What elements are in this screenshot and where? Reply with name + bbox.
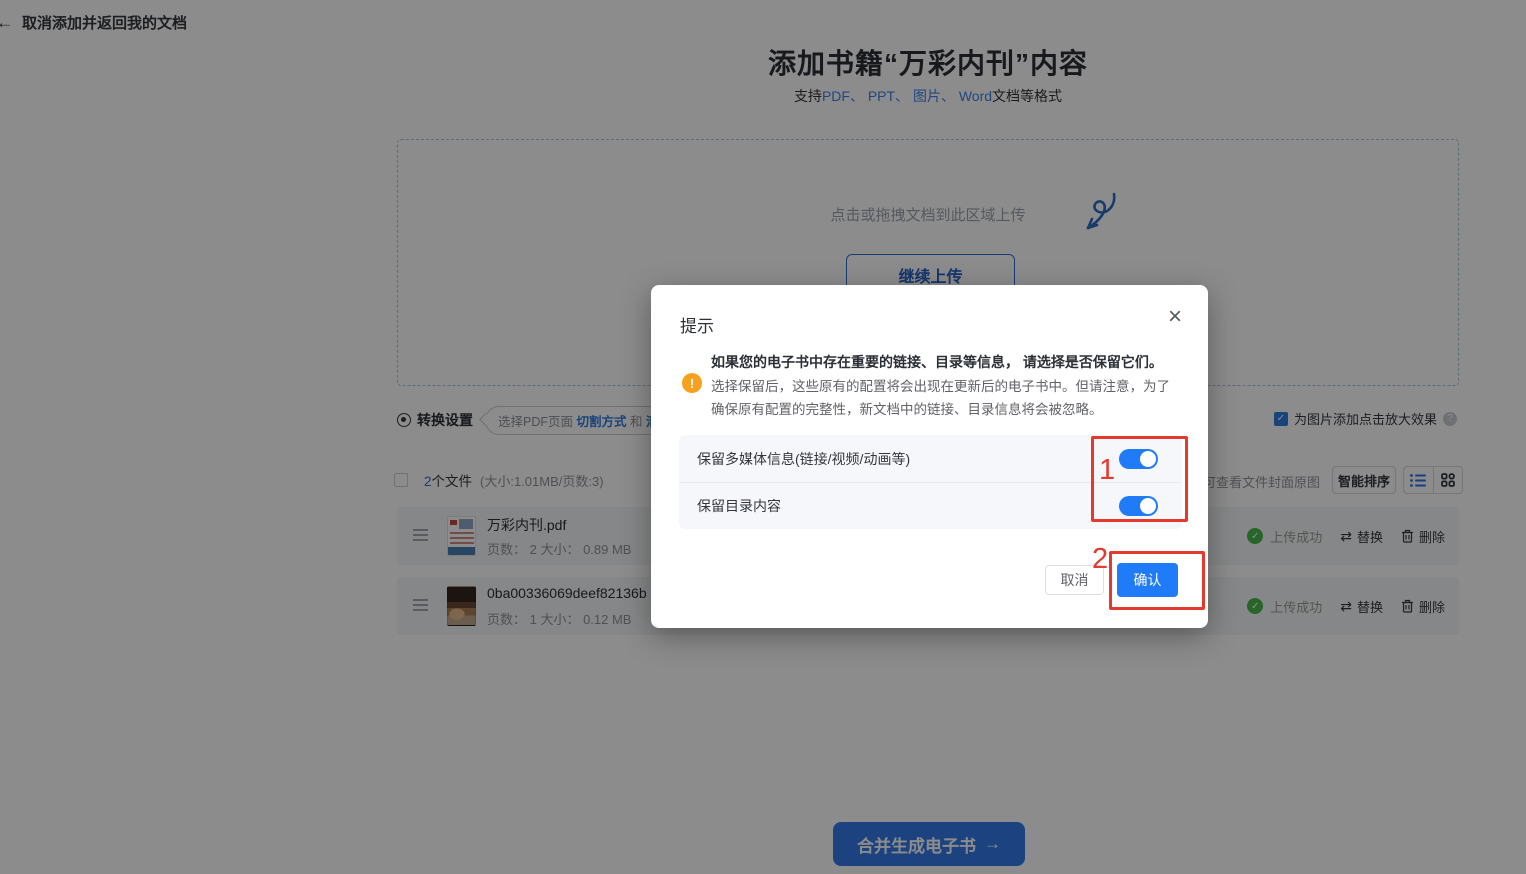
keep-options-box: 保留多媒体信息(链接/视频/动画等) 保留目录内容 [679, 435, 1182, 529]
dialog-message-bold: 如果您的电子书中存在重要的链接、目录等信息， 请选择是否保留它们。 [711, 352, 1223, 374]
cancel-button[interactable]: 取消 [1045, 565, 1104, 595]
tip-dialog: 提示 × ! 如果您的电子书中存在重要的链接、目录等信息， 请选择是否保留它们。… [651, 285, 1208, 628]
dialog-title: 提示 [680, 312, 714, 337]
confirm-button[interactable]: 确认 [1117, 563, 1178, 597]
keep-multimedia-toggle[interactable] [1119, 449, 1158, 469]
keep-toc-toggle[interactable] [1119, 496, 1158, 516]
warning-icon: ! [682, 373, 702, 393]
keep-multimedia-label: 保留多媒体信息(链接/视频/动画等) [697, 449, 910, 469]
close-icon[interactable]: × [1168, 305, 1182, 329]
keep-toc-label: 保留目录内容 [697, 496, 781, 516]
keep-multimedia-row: 保留多媒体信息(链接/视频/动画等) [679, 435, 1182, 482]
dialog-message-body: 选择保留后，这些原有的配置将会出现在更新后的电子书中。但请注意，为了确保原有配置… [711, 375, 1171, 421]
keep-toc-row: 保留目录内容 [679, 482, 1182, 529]
app-window: ← 取消添加并返回我的文档 添加书籍“万彩内刊”内容 支持PDF、 PPT、 图… [0, 0, 1526, 874]
